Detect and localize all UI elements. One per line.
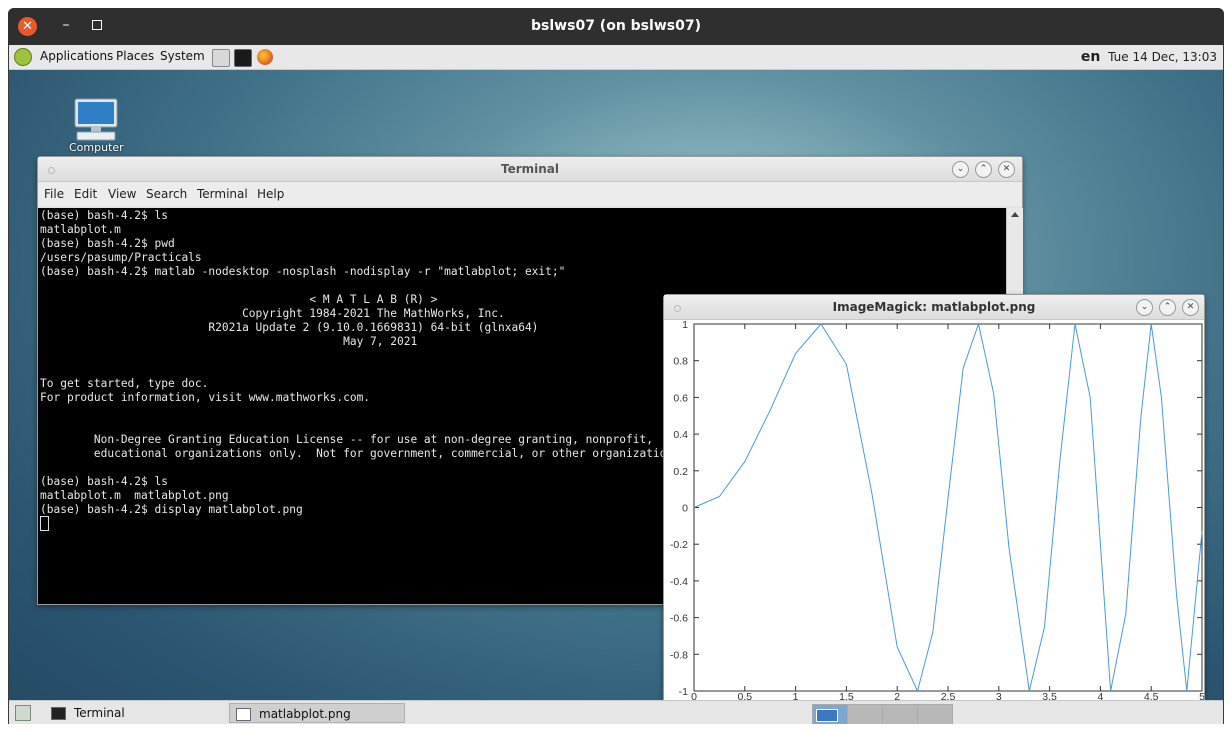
imagemagick-window: ImageMagick: matlabplot.png ⌄ ⌃ ✕ 0 0.5 1 1… (663, 294, 1205, 703)
minimize-icon[interactable]: ⌄ (952, 161, 969, 178)
imagemagick-titlebar[interactable]: ImageMagick: matlabplot.png ⌄ ⌃ ✕ (664, 295, 1204, 320)
terminal-title: Terminal (500, 162, 560, 176)
menu-file[interactable]: File (44, 187, 64, 201)
menu-view[interactable]: View (108, 187, 136, 201)
workspace-2[interactable] (847, 704, 883, 724)
clock[interactable]: Tue 14 Dec, 13:03 (1108, 50, 1217, 64)
terminal-line: Non-Degree Granting Education License --… (40, 433, 653, 446)
y-tick-label: 0.2 (673, 466, 688, 478)
applications-logo-icon[interactable] (14, 48, 32, 66)
y-tick-label: 0.4 (673, 429, 688, 441)
menu-applications[interactable]: Applications (40, 49, 113, 63)
terminal-menubar: File Edit View Search Terminal Help (38, 182, 1022, 206)
y-tick-label: -0.8 (670, 649, 688, 661)
show-desktop-icon[interactable] (15, 705, 31, 721)
file-manager-launcher-icon[interactable] (212, 49, 230, 67)
minimize-icon[interactable]: ⌄ (1136, 299, 1153, 316)
terminal-line: R2021a Update 2 (9.10.0.1669831) 64-bit … (40, 321, 539, 334)
scroll-up-arrow-icon[interactable] (1011, 212, 1019, 217)
menu-system[interactable]: System (160, 49, 205, 63)
terminal-line: (base) bash-4.2$ display matlabplot.png (40, 503, 303, 516)
menu-search[interactable]: Search (146, 187, 187, 201)
terminal-titlebar[interactable]: Terminal ⌄ ⌃ ✕ (38, 157, 1022, 182)
workspace-4[interactable] (917, 704, 953, 724)
taskbar-terminal-label: Terminal (74, 706, 125, 720)
terminal-line: matlabplot.m matlabplot.png (40, 489, 229, 502)
terminal-line: < M A T L A B (R) > (40, 293, 438, 306)
terminal-line: (base) bash-4.2$ pwd (40, 237, 175, 250)
close-icon[interactable]: ✕ (1182, 299, 1199, 316)
bottom-panel: Terminal matlabplot.png (9, 700, 1223, 724)
desktop: Applications Places System en Tue 14 Dec… (9, 45, 1223, 724)
remote-window: ✕ – bslws07 (on bslws07) Applications Pl… (8, 8, 1224, 724)
y-tick-label: 0.6 (673, 392, 688, 404)
close-icon[interactable]: ✕ (998, 161, 1015, 178)
terminal-line: May 7, 2021 (40, 335, 418, 348)
terminal-launcher-icon[interactable] (234, 49, 252, 67)
terminal-line: matlabplot.m (40, 223, 121, 236)
computer-desktop-label: Computer (69, 141, 124, 154)
panel-status-area: en Tue 14 Dec, 13:03 (1081, 49, 1217, 65)
maximize-icon[interactable]: ⌃ (975, 161, 992, 178)
remote-window-titlebar[interactable]: ✕ – bslws07 (on bslws07) (8, 8, 1224, 45)
firefox-launcher-icon[interactable] (257, 49, 273, 65)
y-tick-label: -0.2 (670, 539, 688, 551)
y-tick-label: 0.8 (673, 356, 688, 368)
taskbar-matlabplot[interactable]: matlabplot.png (229, 703, 405, 723)
top-panel: Applications Places System en Tue 14 Dec… (9, 45, 1223, 70)
maximize-icon[interactable]: ⌃ (1159, 299, 1176, 316)
terminal-icon (51, 707, 66, 720)
workspace-3[interactable] (882, 704, 918, 724)
terminal-line: educational organizations only. Not for … (40, 447, 721, 460)
plot-axes-box (693, 323, 1203, 692)
terminal-line: Copyright 1984-2021 The MathWorks, Inc. (40, 307, 505, 320)
y-tick-label: -0.6 (670, 613, 688, 625)
terminal-line: For product information, visit www.mathw… (40, 391, 371, 404)
y-tick-label: 0 (682, 503, 688, 515)
workspace-1[interactable] (812, 704, 848, 724)
menu-edit[interactable]: Edit (74, 187, 97, 201)
matlab-plot: 0 0.5 1 1.5 2 2.5 3 3.5 4 4.5 5-1-0.8-0.6-0.4-0.20… (670, 319, 1205, 703)
menu-places[interactable]: Places (116, 49, 154, 63)
window-icon (236, 708, 251, 721)
image-canvas[interactable]: 0 0.5 1 1.5 2 2.5 3 3.5 4 4.5 5 -1 -0.8 -0.6 -0.4 -0.2 0… (664, 319, 1205, 703)
terminal-line: To get started, type doc. (40, 377, 209, 390)
computer-desktop-icon[interactable] (71, 97, 121, 143)
terminal-line: (base) bash-4.2$ matlab -nodesktop -nosp… (40, 265, 566, 278)
terminal-line: /users/pasump/Practicals (40, 251, 202, 264)
menu-help[interactable]: Help (257, 187, 284, 201)
y-tick-label: -0.4 (670, 576, 688, 588)
keyboard-layout-indicator[interactable]: en (1081, 49, 1100, 65)
menu-terminal[interactable]: Terminal (197, 187, 248, 201)
y-tick-label: -1 (679, 686, 688, 698)
imagemagick-title: ImageMagick: matlabplot.png (832, 300, 1036, 314)
terminal-cursor (40, 516, 49, 531)
terminal-line: (base) bash-4.2$ ls (40, 209, 168, 222)
y-tick-label: 1 (682, 320, 688, 331)
taskbar-terminal[interactable]: Terminal (51, 703, 221, 723)
remote-window-title: bslws07 (on bslws07) (531, 18, 701, 34)
terminal-line: (base) bash-4.2$ ls (40, 475, 168, 488)
taskbar-matlabplot-label: matlabplot.png (259, 707, 351, 721)
